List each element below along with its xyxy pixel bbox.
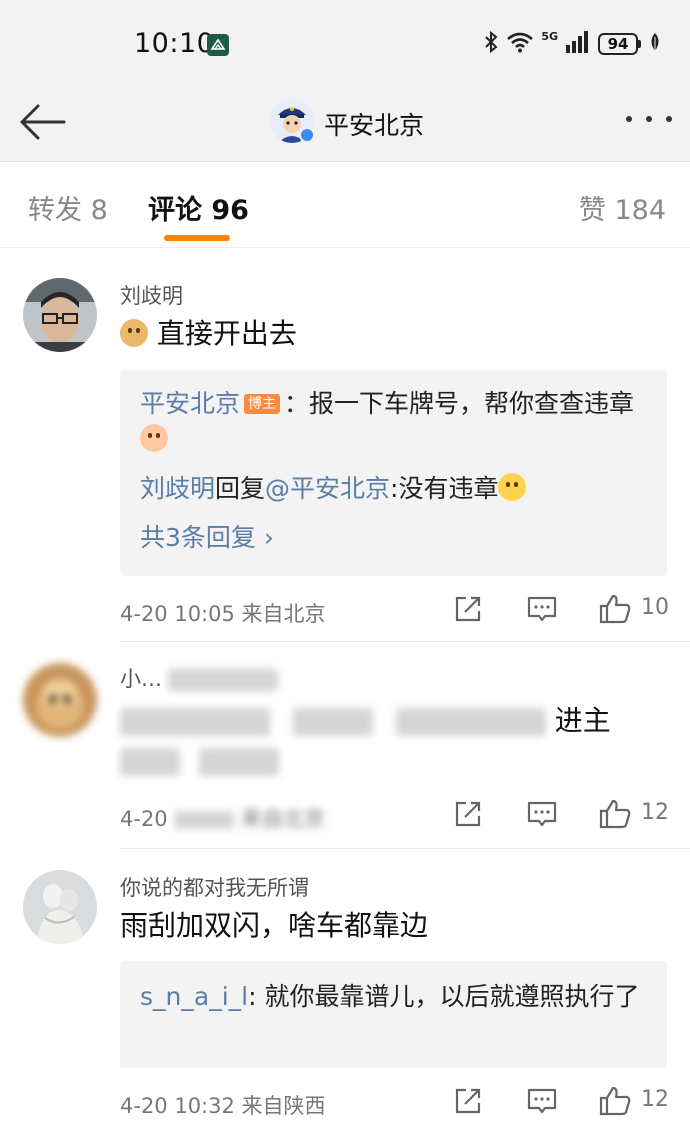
page-title[interactable]: 平安北京 (324, 106, 424, 142)
user-avatar[interactable] (23, 278, 97, 352)
app-notification-icon (207, 34, 229, 56)
comment-username-text: 小… (120, 667, 162, 691)
view-all-replies-link[interactable]: 共3条回复 › (140, 520, 650, 556)
status-bar: 10:10 5G 94 (0, 0, 690, 90)
signal-icon (565, 31, 591, 57)
like-thumb-icon[interactable] (598, 798, 632, 834)
tab-bar: 转发 8 评论 96 赞 184 (0, 162, 690, 248)
user-avatar[interactable] (23, 870, 97, 944)
share-icon[interactable] (452, 1085, 484, 1121)
verified-badge-icon (299, 127, 315, 143)
like-thumb-icon[interactable] (598, 1085, 632, 1121)
leaf-icon (648, 31, 662, 57)
network-label: 5G (541, 29, 558, 43)
battery-level: 94 (598, 33, 638, 55)
mention-link[interactable]: @平安北京 (265, 474, 390, 503)
comment-location: 来自北京 (241, 807, 326, 831)
comment-text: 进主 (120, 701, 640, 781)
reply-preview-box[interactable]: s_n_a_i_l: 就你最靠谱儿，以后就遵照执行了 (120, 961, 667, 1068)
blush-emoji-icon (140, 424, 168, 452)
comment-actions: 12 (452, 798, 672, 832)
reply-text: :没有违章 (390, 474, 499, 503)
top-navigation-bar: 平安北京 (0, 90, 690, 162)
status-time: 10:10 (134, 28, 215, 59)
like-count: 12 (641, 800, 669, 825)
comment-divider (120, 848, 690, 849)
like-thumb-icon[interactable] (598, 593, 632, 629)
comment-body: 直接开出去 (156, 317, 297, 350)
reply-text: ：报一下车牌号，帮你查查违章 (284, 389, 635, 418)
reply-author-link[interactable]: s_n_a_i_l (140, 982, 248, 1011)
reply-line: s_n_a_i_l: 就你最靠谱儿，以后就遵照执行了 (140, 979, 650, 1015)
more-dots-icon[interactable] (626, 116, 672, 126)
comment-bubble-icon[interactable] (526, 798, 558, 834)
comment-username[interactable]: 刘歧明 (120, 280, 183, 310)
comment-body-visible: 进主 (554, 704, 611, 737)
reply-author-link[interactable]: 刘歧明 (140, 474, 215, 503)
comment-location: 来自北京 (241, 602, 326, 626)
comment-username[interactable]: 你说的都对我无所谓 (120, 872, 309, 902)
status-icons: 5G 94 (483, 30, 662, 58)
back-arrow-icon[interactable] (18, 102, 68, 142)
share-icon[interactable] (452, 798, 484, 834)
reply-line: 平安北京 博主 ：报一下车牌号，帮你查查违章 (140, 386, 650, 458)
comment-meta: 4-20 来自北京 (120, 803, 325, 833)
doge-emoji-icon (120, 319, 148, 347)
comment-bubble-icon[interactable] (526, 593, 558, 629)
comment-bubble-icon[interactable] (526, 1085, 558, 1121)
comment-location: 来自陕西 (241, 1094, 326, 1118)
user-avatar[interactable] (23, 663, 97, 737)
comment-time: 4-20 10:05 (120, 602, 235, 626)
pleading-emoji-icon (498, 473, 527, 501)
reply-line: 刘歧明回复@平安北京:没有违章 (140, 471, 650, 507)
battery-icon: 94 (598, 33, 641, 55)
tab-comments[interactable]: 评论 96 (148, 188, 249, 227)
like-count: 12 (641, 1087, 669, 1112)
comment-item: 小… 进主 4-20 来自北京 12 (0, 643, 690, 848)
wifi-icon (506, 31, 534, 57)
comment-time: 4-20 (120, 807, 168, 831)
comment-divider (120, 641, 690, 642)
comment-item: 刘歧明 直接开出去 平安北京 博主 ：报一下车牌号，帮你查查违章 刘歧明回复@平安北… (0, 258, 690, 643)
share-icon[interactable] (452, 593, 484, 629)
comment-meta: 4-20 10:05 来自北京 (120, 598, 326, 628)
comment-item: 你说的都对我无所谓 雨刮加双闪，啥车都靠边 s_n_a_i_l: 就你最靠谱儿，… (0, 850, 690, 1126)
reply-preview-box[interactable]: 平安北京 博主 ：报一下车牌号，帮你查查违章 刘歧明回复@平安北京:没有违章 共3条… (120, 370, 667, 576)
bluetooth-icon (483, 30, 499, 58)
comment-text: 雨刮加双闪，啥车都靠边 (120, 909, 429, 942)
reply-author-link[interactable]: 平安北京 (140, 389, 240, 418)
comment-time: 4-20 10:32 (120, 1094, 235, 1118)
comment-meta: 4-20 10:32 来自陕西 (120, 1090, 326, 1120)
host-badge: 博主 (244, 394, 281, 414)
active-tab-indicator (164, 235, 230, 241)
tab-likes[interactable]: 赞 184 (579, 188, 666, 227)
reply-text: : 就你最靠谱儿，以后就遵照执行了 (248, 982, 640, 1011)
tab-reposts[interactable]: 转发 8 (28, 188, 108, 227)
like-count: 10 (641, 595, 669, 620)
comment-actions: 12 (452, 1085, 672, 1119)
comment-actions: 10 (452, 593, 672, 627)
comment-username[interactable]: 小… (120, 663, 278, 693)
reply-word: 回复 (215, 474, 266, 503)
comment-text: 直接开出去 (120, 314, 640, 354)
